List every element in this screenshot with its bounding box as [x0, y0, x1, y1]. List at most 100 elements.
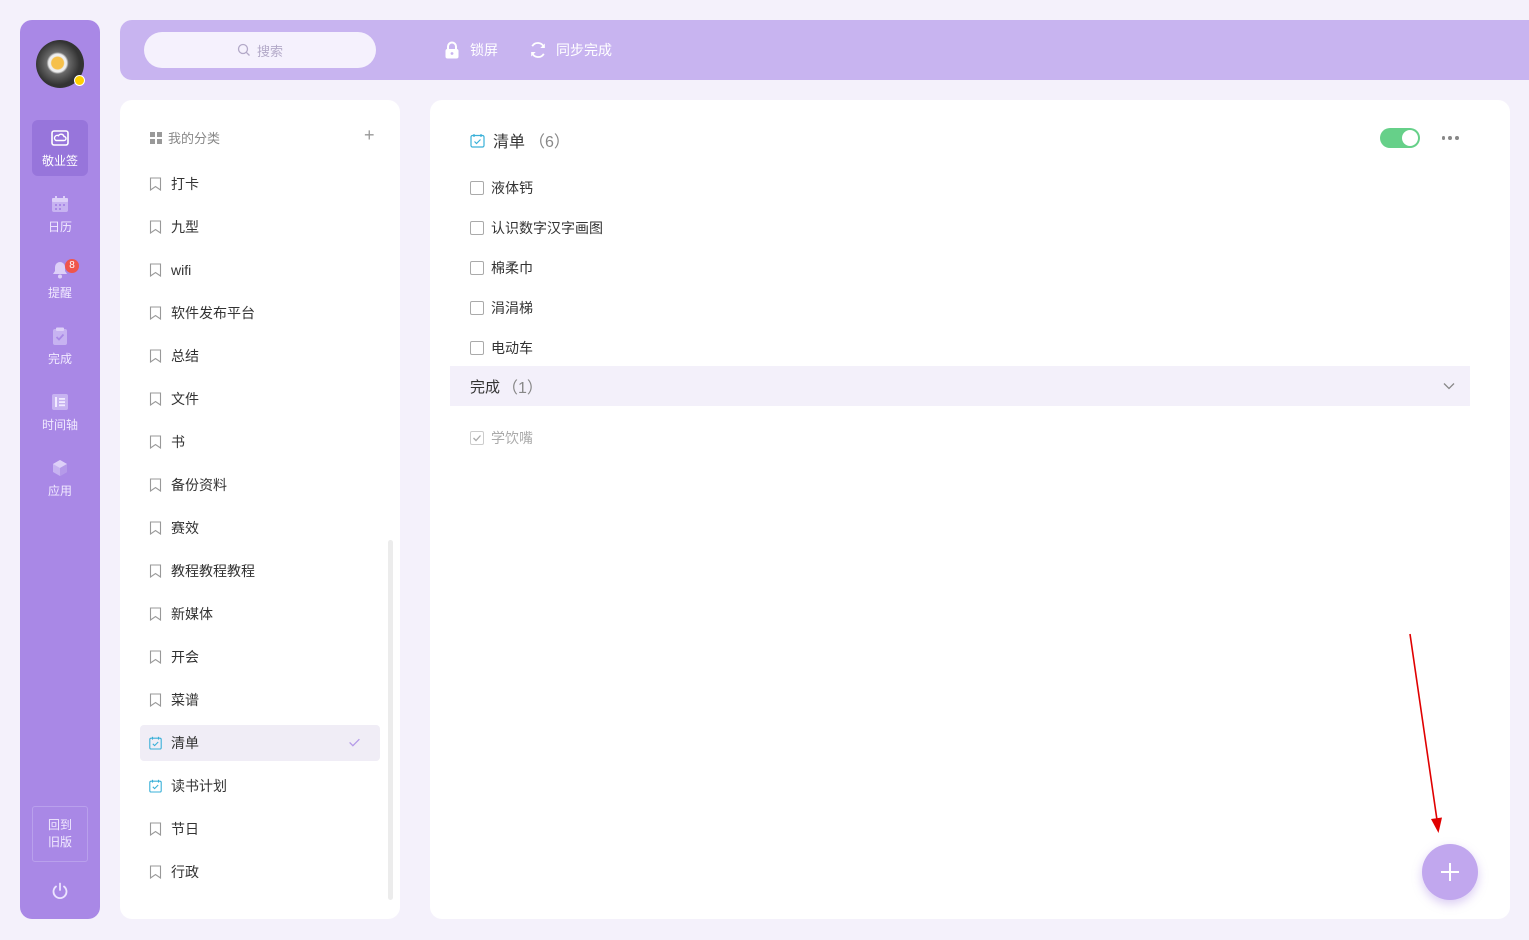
- category-item[interactable]: 行政: [140, 854, 380, 890]
- task-item: 电动车: [470, 338, 533, 358]
- more-options-icon[interactable]: [1440, 128, 1460, 148]
- task-item: 涓涓梯: [470, 298, 533, 318]
- category-label: 软件发布平台: [171, 305, 255, 321]
- category-item[interactable]: 软件发布平台: [140, 295, 380, 331]
- category-label: 赛效: [171, 520, 199, 536]
- category-item[interactable]: wifi: [140, 252, 380, 288]
- list-title: 清单 （6）: [470, 128, 570, 152]
- bookmark-icon: [149, 693, 162, 707]
- add-task-button[interactable]: [1422, 844, 1478, 900]
- completed-section-toggle[interactable]: 完成 （1）: [450, 366, 1470, 406]
- category-label: 备份资料: [171, 477, 227, 493]
- add-category-button[interactable]: +: [364, 126, 375, 144]
- bookmark-icon: [149, 650, 162, 664]
- task-checkbox[interactable]: [470, 261, 484, 275]
- bookmark-icon: [149, 521, 162, 535]
- bookmark-icon: [149, 263, 162, 277]
- nav-item-notes[interactable]: 敬业签: [32, 120, 88, 176]
- task-item: 液体钙: [470, 178, 533, 198]
- task-checkbox[interactable]: [470, 301, 484, 315]
- nav-item-reminder[interactable]: 8 提醒: [32, 252, 88, 308]
- category-label: 行政: [171, 864, 199, 880]
- annotation-arrow-icon: [1409, 633, 1442, 833]
- category-label: 清单: [171, 735, 199, 751]
- task-checkbox[interactable]: [470, 181, 484, 195]
- category-label: 打卡: [171, 176, 199, 192]
- scrollbar[interactable]: [388, 540, 393, 900]
- category-label: wifi: [171, 262, 192, 278]
- power-icon[interactable]: [50, 881, 70, 901]
- reminder-count-badge: 8: [65, 259, 79, 273]
- nav-label: 应用: [47, 483, 72, 498]
- main-panel: 清单 （6） 液体钙 认识数字汉字画图 棉柔巾 涓涓梯 电动车 完成 （1） 学…: [430, 100, 1510, 919]
- category-label: 文件: [171, 391, 199, 407]
- category-item[interactable]: 备份资料: [140, 467, 380, 503]
- bookmark-icon: [149, 564, 162, 578]
- bookmark-icon: [149, 392, 162, 406]
- list-toggle-switch[interactable]: [1380, 128, 1420, 148]
- back-to-old-version-button[interactable]: 回到 旧版: [32, 806, 88, 862]
- cloud-note-icon: [51, 129, 69, 146]
- bookmark-icon: [149, 220, 162, 234]
- category-item[interactable]: 打卡: [140, 166, 380, 202]
- category-header: 我的分类: [150, 128, 220, 147]
- lock-screen-button[interactable]: 锁屏: [442, 38, 498, 62]
- category-item[interactable]: 文件: [140, 381, 380, 417]
- list-count: （6）: [529, 134, 570, 151]
- check-icon: [349, 738, 360, 747]
- lock-icon: [445, 41, 459, 59]
- completed-task-item: 学饮嘴: [470, 428, 533, 448]
- calendar-check-icon: [470, 133, 485, 148]
- task-checkbox[interactable]: [470, 341, 484, 355]
- completed-task-checkbox[interactable]: [470, 431, 484, 445]
- top-bar: 搜索 锁屏 同步完成: [120, 20, 1529, 80]
- search-placeholder: 搜索: [256, 43, 283, 59]
- category-item[interactable]: 节日: [140, 811, 380, 847]
- task-item: 棉柔巾: [470, 258, 533, 278]
- category-label: 新媒体: [171, 606, 213, 622]
- bookmark-icon: [149, 306, 162, 320]
- completed-count: （1）: [502, 380, 543, 397]
- vip-badge-icon: [74, 75, 85, 86]
- task-item: 认识数字汉字画图: [470, 218, 603, 238]
- category-item[interactable]: 菜谱: [140, 682, 380, 718]
- nav-item-calendar[interactable]: 日历: [32, 186, 88, 242]
- plus-icon: [1441, 863, 1459, 881]
- category-item[interactable]: 清单: [140, 725, 380, 761]
- category-item[interactable]: 书: [140, 424, 380, 460]
- cube-icon: [53, 459, 67, 476]
- grid-icon: [150, 131, 162, 144]
- bookmark-icon: [149, 607, 162, 621]
- nav-item-timeline[interactable]: 时间轴: [32, 384, 88, 440]
- sync-button[interactable]: 同步完成: [528, 38, 612, 62]
- category-list: 打卡九型 wifi 软件发布平台 总结文件书备份资料赛效教程教程教程新媒体开会菜谱清单…: [140, 166, 380, 897]
- toggle-knob: [1402, 130, 1418, 146]
- nav-label: 日历: [47, 219, 72, 234]
- nav-item-apps[interactable]: 应用: [32, 450, 88, 506]
- nav-label: 时间轴: [41, 417, 78, 432]
- category-label: 总结: [171, 348, 199, 364]
- category-item[interactable]: 开会: [140, 639, 380, 675]
- search-input[interactable]: 搜索: [144, 32, 376, 68]
- bookmark-icon: [149, 822, 162, 836]
- bookmark-icon: [149, 177, 162, 191]
- avatar[interactable]: [36, 40, 85, 88]
- category-item[interactable]: 读书计划: [140, 768, 380, 804]
- nav-label: 提醒: [47, 285, 72, 300]
- category-label: 读书计划: [171, 778, 227, 794]
- search-icon: [237, 43, 250, 56]
- category-item[interactable]: 新媒体: [140, 596, 380, 632]
- chevron-down-icon: [1443, 383, 1455, 390]
- nav-item-done[interactable]: 完成: [32, 318, 88, 374]
- sync-icon: [531, 42, 545, 58]
- left-sidebar: 敬业签 日历 8 提醒 完成 时间轴 应用 回到 旧版: [20, 20, 100, 919]
- category-label: 节日: [171, 821, 199, 837]
- task-checkbox[interactable]: [470, 221, 484, 235]
- category-item[interactable]: 赛效: [140, 510, 380, 546]
- calendar-icon: [52, 195, 68, 212]
- category-item[interactable]: 教程教程教程: [140, 553, 380, 589]
- category-item[interactable]: 九型: [140, 209, 380, 245]
- category-item[interactable]: 总结: [140, 338, 380, 374]
- category-label: 菜谱: [171, 692, 199, 708]
- calendar-check-icon: [149, 779, 162, 793]
